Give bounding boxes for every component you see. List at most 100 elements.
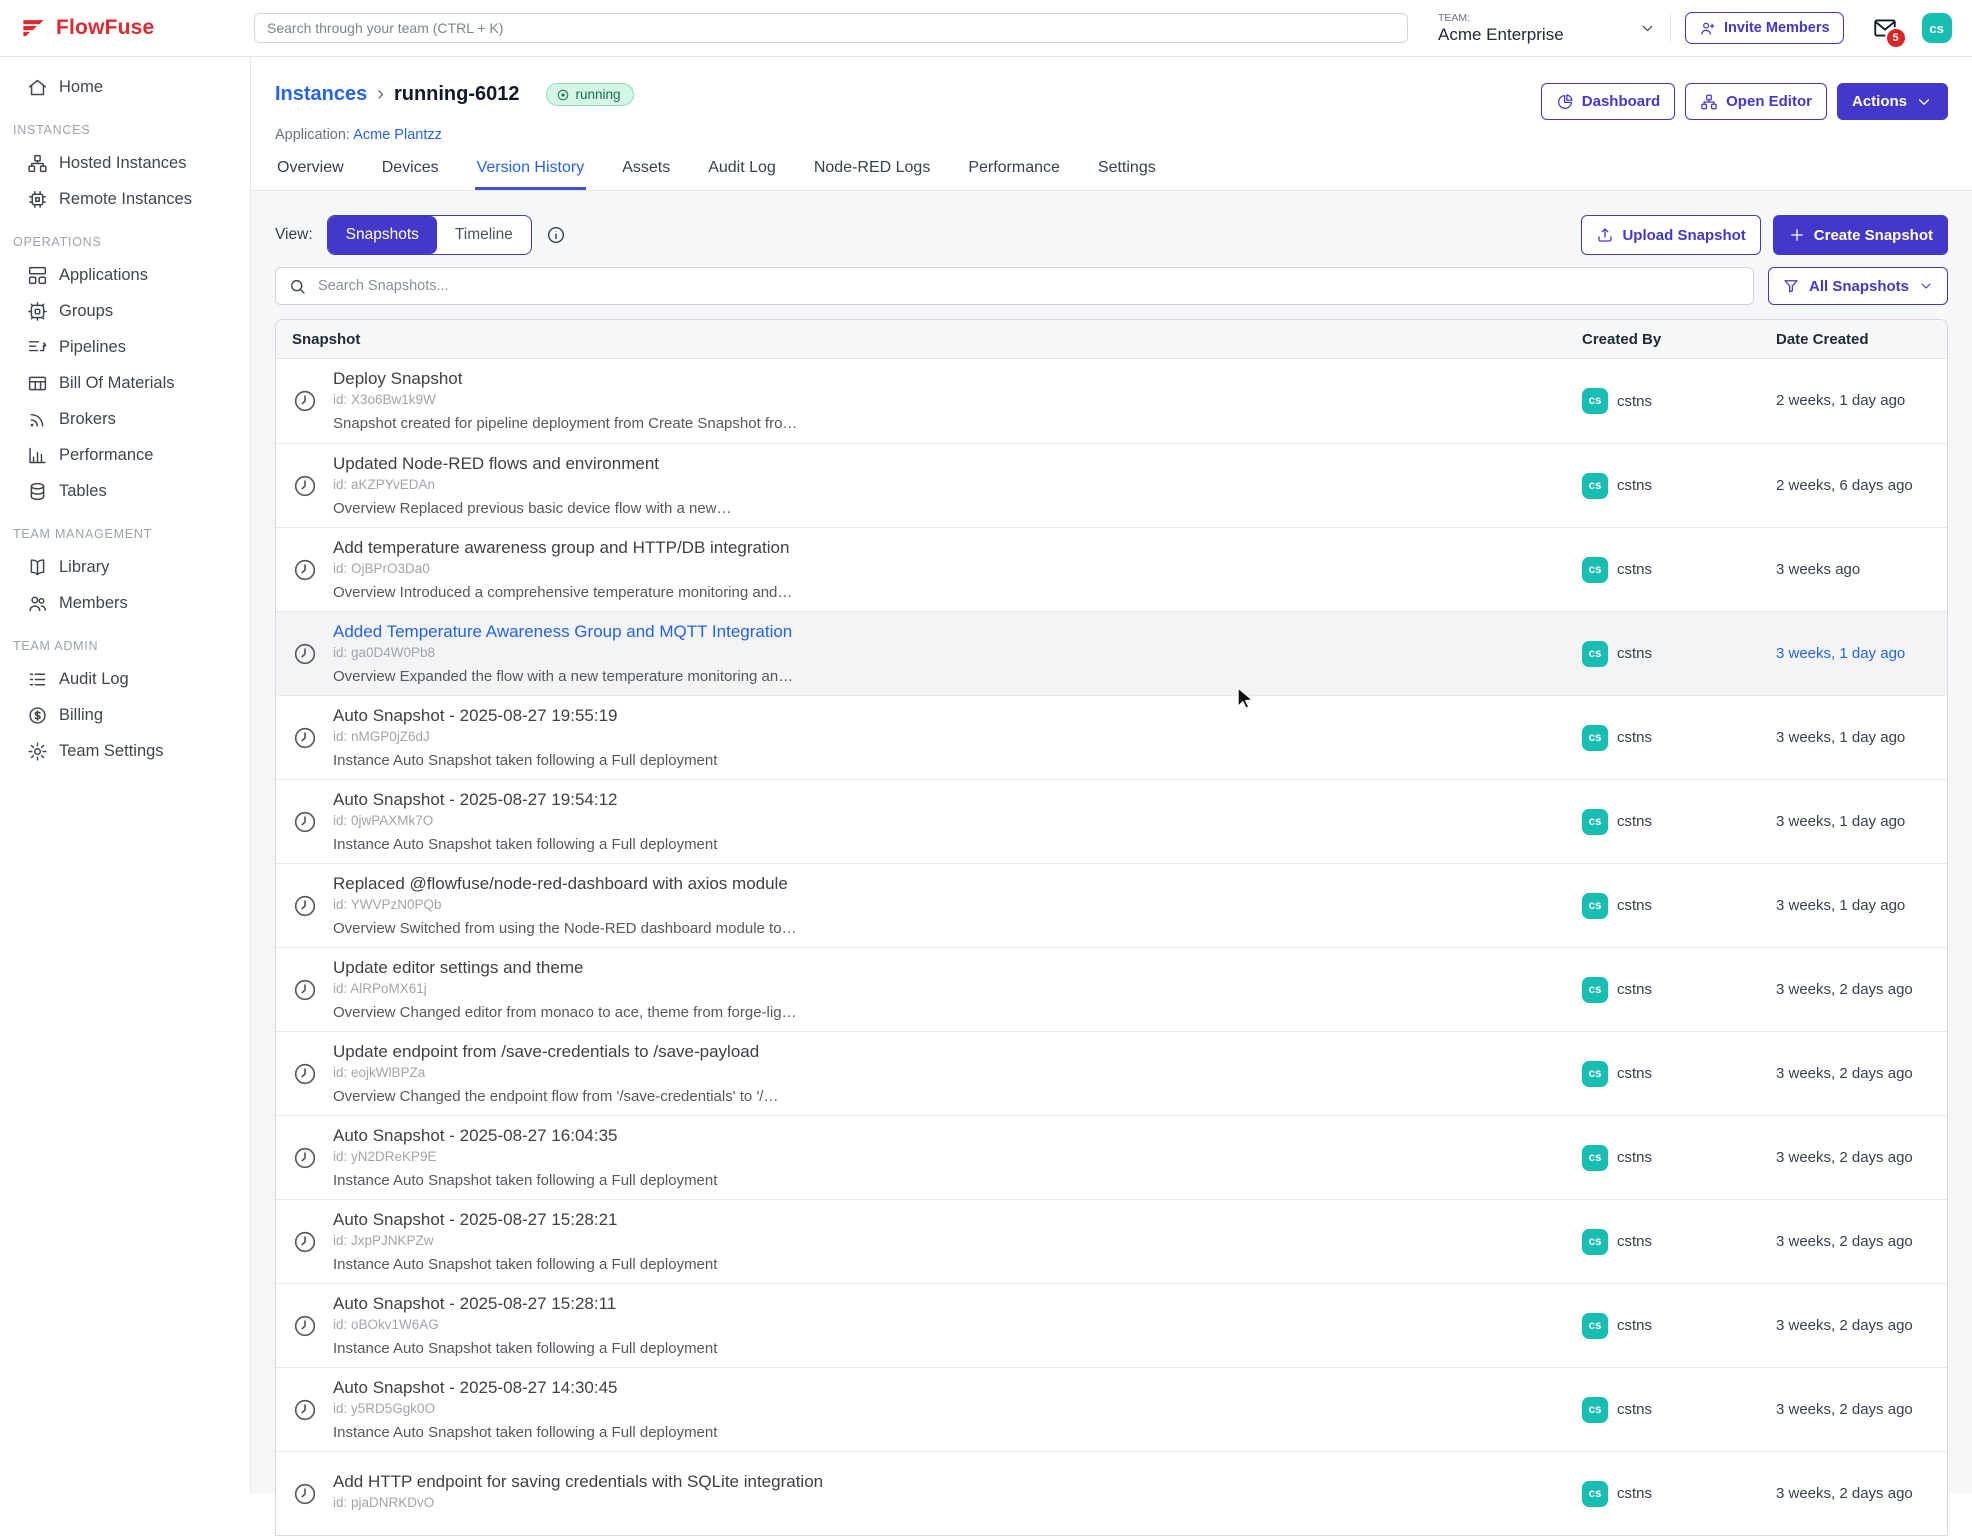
breadcrumb-separator: › bbox=[377, 83, 384, 106]
table-row[interactable]: Auto Snapshot - 2025-08-27 19:55:19 id: … bbox=[276, 695, 1947, 779]
table-row[interactable]: Update endpoint from /save-credentials t… bbox=[276, 1031, 1947, 1115]
create-snapshot-button[interactable]: Create Snapshot bbox=[1773, 215, 1948, 255]
tab-version-history[interactable]: Version History bbox=[475, 159, 587, 190]
tab-assets[interactable]: Assets bbox=[620, 159, 672, 190]
snapshot-title[interactable]: Auto Snapshot - 2025-08-27 15:28:11 bbox=[333, 1293, 717, 1314]
tab-devices[interactable]: Devices bbox=[380, 159, 441, 190]
snapshot-title[interactable]: Auto Snapshot - 2025-08-27 16:04:35 bbox=[333, 1125, 717, 1146]
notifications-button[interactable]: 5 bbox=[1872, 15, 1898, 41]
snapshot-creator: cs cstns bbox=[1582, 1397, 1776, 1423]
performance-icon bbox=[27, 445, 48, 466]
invite-members-button[interactable]: Invite Members bbox=[1685, 12, 1844, 44]
snapshot-title[interactable]: Auto Snapshot - 2025-08-27 15:28:21 bbox=[333, 1209, 717, 1230]
snapshot-id: id: eojkWlBPZa bbox=[333, 1064, 778, 1082]
table-row[interactable]: Added Temperature Awareness Group and MQ… bbox=[276, 611, 1947, 695]
snapshot-title[interactable]: Update endpoint from /save-credentials t… bbox=[333, 1041, 778, 1062]
creator-name: cstns bbox=[1617, 981, 1652, 998]
creator-name: cstns bbox=[1617, 393, 1652, 410]
tab-node-red-logs[interactable]: Node-RED Logs bbox=[812, 159, 933, 190]
flowfuse-logo[interactable]: FlowFuse bbox=[20, 15, 254, 42]
snapshot-search-input[interactable] bbox=[316, 277, 1741, 295]
snapshot-title[interactable]: Add HTTP endpoint for saving credentials… bbox=[333, 1471, 823, 1492]
status-dot-icon bbox=[556, 88, 570, 102]
table-row[interactable]: Auto Snapshot - 2025-08-27 15:28:11 id: … bbox=[276, 1283, 1947, 1367]
sidebar-item-pipelines[interactable]: Pipelines bbox=[0, 329, 250, 365]
snapshot-creator: cs cstns bbox=[1582, 977, 1776, 1003]
creator-name: cstns bbox=[1617, 1149, 1652, 1166]
info-icon[interactable] bbox=[546, 225, 566, 245]
table-row[interactable]: Replaced @flowfuse/node-red-dashboard wi… bbox=[276, 863, 1947, 947]
clock-icon bbox=[292, 557, 318, 583]
tab-settings[interactable]: Settings bbox=[1096, 159, 1158, 190]
snapshot-title[interactable]: Added Temperature Awareness Group and MQ… bbox=[333, 621, 793, 642]
snapshot-creator: cs cstns bbox=[1582, 641, 1776, 667]
tab-audit-log[interactable]: Audit Log bbox=[706, 159, 778, 190]
view-option-snapshots[interactable]: Snapshots bbox=[328, 216, 437, 254]
application-line: Application: Acme Plantzz bbox=[275, 127, 1948, 143]
open-editor-button[interactable]: Open Editor bbox=[1685, 83, 1827, 120]
open-editor-button-label: Open Editor bbox=[1726, 93, 1812, 110]
sidebar-item-applications[interactable]: Applications bbox=[0, 257, 250, 293]
upload-snapshot-button[interactable]: Upload Snapshot bbox=[1581, 215, 1760, 255]
top-navbar: FlowFuse TEAM: Acme Enterprise Invite Me… bbox=[0, 0, 1972, 57]
breadcrumb-instances-link[interactable]: Instances bbox=[275, 83, 367, 106]
sidebar-item-remote-instances[interactable]: Remote Instances bbox=[0, 181, 250, 217]
sidebar-item-library[interactable]: Library bbox=[0, 549, 250, 585]
sidebar-item-bill-of-materials[interactable]: Bill Of Materials bbox=[0, 365, 250, 401]
snapshot-description: Instance Auto Snapshot taken following a… bbox=[333, 751, 717, 771]
snapshot-filter-dropdown[interactable]: All Snapshots bbox=[1768, 267, 1948, 305]
sidebar-item-audit-log[interactable]: Audit Log bbox=[0, 661, 250, 697]
sidebar-item-members[interactable]: Members bbox=[0, 585, 250, 621]
dashboard-button[interactable]: Dashboard bbox=[1541, 83, 1675, 120]
snapshot-creator: cs cstns bbox=[1582, 473, 1776, 499]
creator-avatar: cs bbox=[1582, 977, 1608, 1003]
snapshot-title[interactable]: Replaced @flowfuse/node-red-dashboard wi… bbox=[333, 873, 797, 894]
sidebar-item-label: Home bbox=[59, 78, 103, 97]
snapshot-title[interactable]: Auto Snapshot - 2025-08-27 19:54:12 bbox=[333, 789, 717, 810]
sidebar-item-tables[interactable]: Tables bbox=[0, 473, 250, 509]
creator-name: cstns bbox=[1617, 477, 1652, 494]
snapshot-title[interactable]: Update editor settings and theme bbox=[333, 957, 797, 978]
table-row[interactable]: Auto Snapshot - 2025-08-27 16:04:35 id: … bbox=[276, 1115, 1947, 1199]
view-label: View: bbox=[275, 226, 313, 244]
application-link[interactable]: Acme Plantzz bbox=[353, 127, 442, 143]
tab-performance[interactable]: Performance bbox=[966, 159, 1062, 190]
table-row[interactable]: Deploy Snapshot id: X3o6Bw1k9W Snapshot … bbox=[276, 359, 1947, 443]
snapshot-title[interactable]: Deploy Snapshot bbox=[333, 368, 797, 389]
editor-nodes-icon bbox=[1700, 93, 1718, 111]
table-row[interactable]: Auto Snapshot - 2025-08-27 14:30:45 id: … bbox=[276, 1367, 1947, 1451]
snapshot-title[interactable]: Auto Snapshot - 2025-08-27 19:55:19 bbox=[333, 705, 717, 726]
brokers-icon bbox=[27, 409, 48, 430]
snapshot-id: id: OjBPrO3Da0 bbox=[333, 560, 792, 578]
snapshot-date: 3 weeks, 2 days ago bbox=[1776, 1317, 1913, 1334]
snapshot-title[interactable]: Add temperature awareness group and HTTP… bbox=[333, 537, 792, 558]
table-row[interactable]: Update editor settings and theme id: AlR… bbox=[276, 947, 1947, 1031]
sidebar-item-performance[interactable]: Performance bbox=[0, 437, 250, 473]
sidebar-item-hosted-instances[interactable]: Hosted Instances bbox=[0, 145, 250, 181]
team-selector[interactable]: TEAM: Acme Enterprise bbox=[1438, 12, 1656, 45]
upload-snapshot-label: Upload Snapshot bbox=[1622, 227, 1745, 244]
sidebar-item-team-settings[interactable]: Team Settings bbox=[0, 733, 250, 769]
table-row[interactable]: Updated Node-RED flows and environment i… bbox=[276, 443, 1947, 527]
table-row[interactable]: Add temperature awareness group and HTTP… bbox=[276, 527, 1947, 611]
table-row[interactable]: Auto Snapshot - 2025-08-27 19:54:12 id: … bbox=[276, 779, 1947, 863]
sidebar-item-home[interactable]: Home bbox=[0, 69, 250, 105]
table-row[interactable]: Auto Snapshot - 2025-08-27 15:28:21 id: … bbox=[276, 1199, 1947, 1283]
pipelines-icon bbox=[27, 337, 48, 358]
snapshot-creator: cs cstns bbox=[1582, 1313, 1776, 1339]
sidebar-item-billing[interactable]: Billing bbox=[0, 697, 250, 733]
snapshot-description: Instance Auto Snapshot taken following a… bbox=[333, 1171, 717, 1191]
snapshot-title[interactable]: Auto Snapshot - 2025-08-27 14:30:45 bbox=[333, 1377, 717, 1398]
view-option-timeline[interactable]: Timeline bbox=[437, 216, 531, 254]
table-row[interactable]: Add HTTP endpoint for saving credentials… bbox=[276, 1451, 1947, 1535]
team-search-input[interactable] bbox=[254, 13, 1408, 43]
applications-icon bbox=[27, 265, 48, 286]
actions-button[interactable]: Actions bbox=[1837, 83, 1948, 120]
snapshot-id: id: AlRPoMX61j bbox=[333, 980, 797, 998]
snapshot-title[interactable]: Updated Node-RED flows and environment bbox=[333, 453, 732, 474]
remote-instances-icon bbox=[27, 189, 48, 210]
user-avatar[interactable]: cs bbox=[1922, 13, 1952, 43]
sidebar-item-groups[interactable]: Groups bbox=[0, 293, 250, 329]
sidebar-item-brokers[interactable]: Brokers bbox=[0, 401, 250, 437]
tab-overview[interactable]: Overview bbox=[275, 159, 346, 190]
